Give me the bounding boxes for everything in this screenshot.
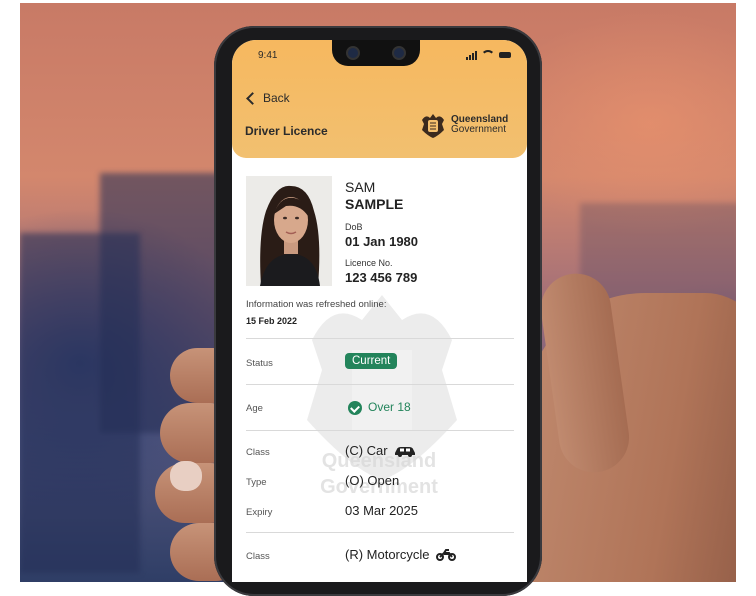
divider	[246, 532, 514, 533]
crest-logo	[422, 114, 444, 138]
class-value: (C) Car	[345, 443, 416, 458]
back-button[interactable]: Back	[246, 91, 290, 105]
divider	[246, 338, 514, 339]
dob-value: 01 Jan 1980	[345, 234, 419, 249]
class-label: Class	[246, 551, 270, 562]
type-value: (O) Open	[345, 473, 400, 488]
status-label: Status	[246, 358, 273, 369]
class-text: (R) Motorcycle	[345, 547, 430, 562]
status-time: 9:41	[258, 50, 278, 61]
class-label: Class	[246, 447, 270, 458]
government-wordmark: Queensland Government	[451, 114, 508, 136]
class-value: (R) Motorcycle	[345, 547, 456, 562]
phone-screen: 9:41 Back Driver Licence Queensland Gove…	[232, 40, 527, 582]
status-badge: Current	[345, 353, 398, 369]
age-label: Age	[246, 403, 263, 414]
age-value: Over 18	[368, 400, 411, 414]
signal-icon	[466, 50, 477, 60]
licence-number-value: 123 456 789	[345, 270, 418, 285]
status-icons	[466, 50, 511, 60]
divider	[246, 430, 514, 431]
refresh-label: Information was refreshed online:	[246, 299, 387, 310]
holder-photo	[246, 176, 332, 286]
dob-label: DoB	[345, 222, 363, 232]
background-building	[20, 233, 140, 573]
licence-number-label: Licence No.	[345, 258, 393, 268]
refresh-date: 15 Feb 2022	[246, 316, 298, 326]
holder-last-name: SAMPLE	[345, 196, 404, 212]
expiry-value: 03 Mar 2025	[345, 503, 418, 518]
holder-first-name: SAM	[345, 179, 376, 195]
motorcycle-icon	[435, 548, 456, 561]
camera-notch	[332, 40, 420, 66]
fingernail	[170, 461, 202, 491]
expiry-label: Expiry	[246, 507, 273, 518]
camera-lens	[346, 46, 360, 60]
class-text: (C) Car	[345, 443, 388, 458]
car-icon	[394, 446, 415, 457]
header: 9:41 Back Driver Licence Queensland Gove…	[232, 40, 527, 158]
camera-lens	[392, 46, 406, 60]
wifi-icon	[481, 50, 495, 60]
divider	[246, 384, 514, 385]
page-title: Driver Licence	[245, 124, 328, 138]
government-line2: Government	[451, 124, 507, 135]
type-label: Type	[246, 477, 267, 488]
back-label: Back	[263, 91, 290, 105]
portrait-image	[246, 176, 332, 286]
battery-icon	[499, 52, 511, 58]
chevron-left-icon	[246, 91, 259, 105]
check-circle-icon	[348, 401, 362, 415]
queensland-government-logo: Queensland Government	[418, 110, 508, 140]
